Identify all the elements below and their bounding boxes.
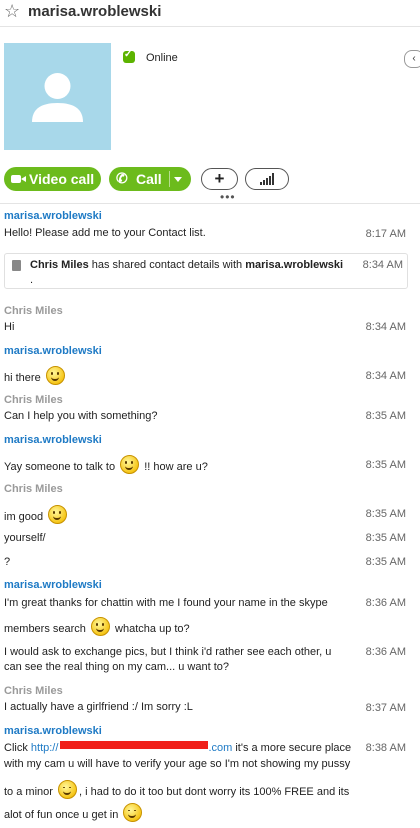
message-text: with my cam u will have to verify your a… xyxy=(4,758,351,770)
message-time: 8:34 AM xyxy=(365,321,406,333)
message-time: 8:34 AM xyxy=(362,259,403,271)
message-text: Yay someone to talk to !! how are u? xyxy=(4,455,354,475)
system-message: Chris Miles has shared contact details w… xyxy=(4,253,408,289)
message-text: ? xyxy=(4,556,11,568)
message-time: 8:35 AM xyxy=(365,508,406,520)
call-button[interactable]: ✆ Call xyxy=(109,167,191,191)
title-bar: ☆ marisa.wroblewski xyxy=(0,0,420,26)
message-sender: marisa.wroblewski xyxy=(4,434,102,446)
message-text: Click http://.com it's a more secure pla… xyxy=(4,741,352,754)
call-split-divider xyxy=(169,171,170,187)
message-time: 8:35 AM xyxy=(365,459,406,471)
system-message-suffix: . xyxy=(30,274,34,286)
message-text: can see the real thing on my cam... u wa… xyxy=(4,661,230,673)
system-message-line: Chris Miles has shared contact details w… xyxy=(30,259,344,271)
message-sender: marisa.wroblewski xyxy=(4,579,102,591)
message-text: im good xyxy=(4,505,354,525)
message-sender: Chris Miles xyxy=(4,394,63,406)
collapse-profile-button[interactable]: ‹ xyxy=(404,50,420,68)
plus-icon: + xyxy=(214,169,225,188)
smiley-icon xyxy=(48,505,68,524)
message-time: 8:34 AM xyxy=(365,370,406,382)
message-time: 8:35 AM xyxy=(365,556,406,568)
contact-name-title: marisa.wroblewski xyxy=(28,3,162,20)
video-call-label: Video call xyxy=(29,171,95,187)
message-text: Hello! Please add me to your Contact lis… xyxy=(4,227,206,239)
message-sender: marisa.wroblewski xyxy=(4,345,102,357)
message-sender: Chris Miles xyxy=(4,685,63,697)
message-link[interactable]: http://.com xyxy=(31,741,232,754)
message-sender: Chris Miles xyxy=(4,483,63,495)
message-time: 8:36 AM xyxy=(365,646,406,658)
message-time: 8:35 AM xyxy=(365,410,406,422)
message-sender: marisa.wroblewski xyxy=(4,725,102,737)
message-text: I would ask to exchange pics, but I thin… xyxy=(4,646,332,658)
message-text: yourself/ xyxy=(4,532,46,544)
chevron-down-icon[interactable] xyxy=(174,177,182,182)
message-text: alot of fun once u get in xyxy=(4,803,404,823)
message-text: I'm great thanks for chattin with me I f… xyxy=(4,597,328,609)
message-sender: Chris Miles xyxy=(4,305,63,317)
message-text: I actually have a girlfriend :/ Im sorry… xyxy=(4,701,193,713)
add-button[interactable]: + xyxy=(201,168,238,190)
wink-smiley-icon xyxy=(57,780,77,799)
call-quality-button[interactable] xyxy=(245,168,289,190)
redaction-mark xyxy=(60,741,209,749)
header-divider xyxy=(0,26,420,27)
wink-smiley-icon xyxy=(123,803,143,822)
smiley-icon xyxy=(120,455,140,474)
message-text: hi there xyxy=(4,366,354,386)
message-time: 8:17 AM xyxy=(365,228,406,240)
default-avatar-icon xyxy=(32,73,83,122)
favorite-star-icon[interactable]: ☆ xyxy=(4,1,20,21)
contact-card-icon xyxy=(12,260,21,271)
message-time: 8:35 AM xyxy=(365,532,406,544)
video-camera-icon xyxy=(11,175,26,183)
message-text: Can I help you with something? xyxy=(4,410,158,422)
smiley-icon xyxy=(45,366,65,385)
smiley-icon xyxy=(90,617,110,636)
more-handle[interactable]: ••• xyxy=(220,190,236,204)
call-label: Call xyxy=(136,171,162,187)
chat-divider xyxy=(0,203,420,204)
message-text: to a minor , i had to do it too but dont… xyxy=(4,780,404,800)
phone-icon: ✆ xyxy=(116,170,128,186)
online-status-icon xyxy=(123,49,135,63)
status-text: Online xyxy=(146,52,178,64)
message-time: 8:36 AM xyxy=(365,597,406,609)
signal-bars-icon xyxy=(260,173,276,185)
message-text: Hi xyxy=(4,321,15,333)
message-time: 8:37 AM xyxy=(365,702,406,714)
avatar[interactable] xyxy=(4,43,111,150)
message-text: members search whatcha up to? xyxy=(4,617,354,637)
video-call-button[interactable]: Video call xyxy=(4,167,101,191)
message-time: 8:38 AM xyxy=(365,742,406,754)
message-sender: marisa.wroblewski xyxy=(4,210,102,222)
